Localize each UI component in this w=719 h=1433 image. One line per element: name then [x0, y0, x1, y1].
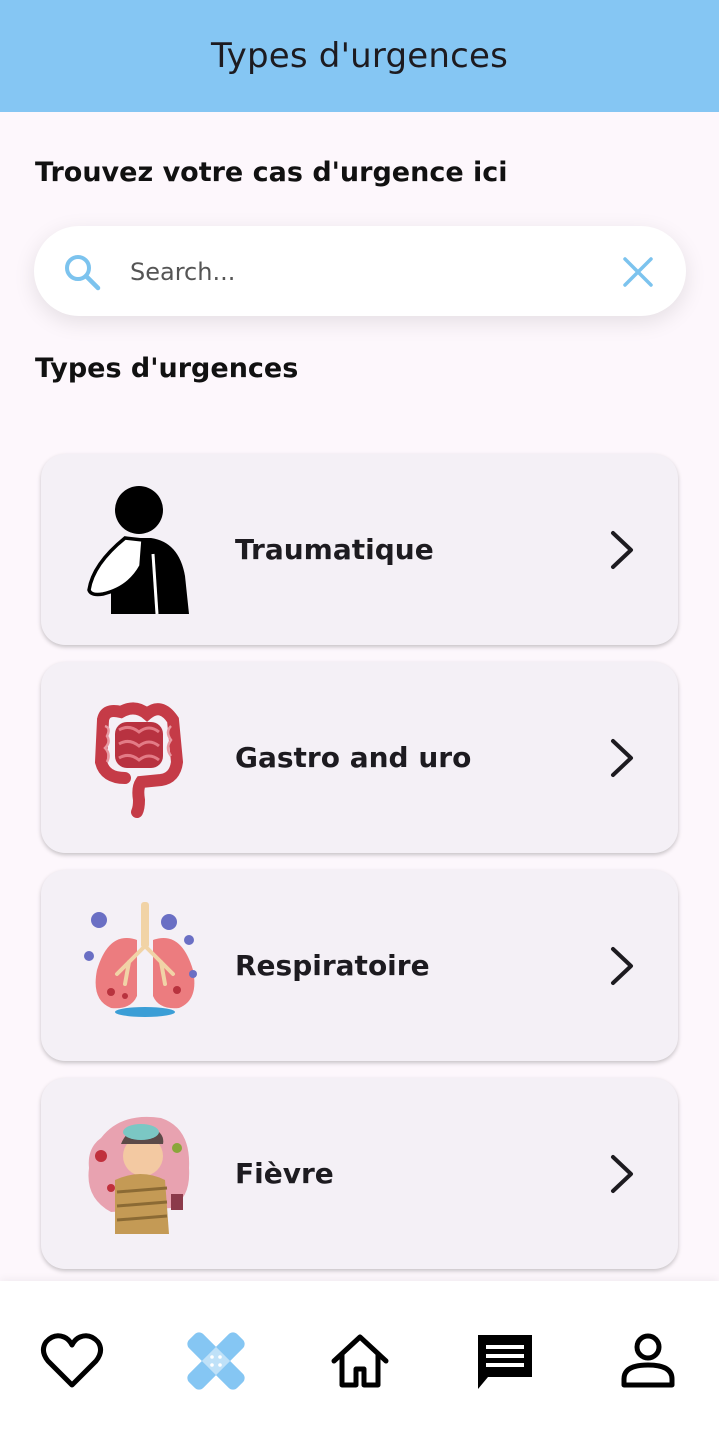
person-icon[interactable] — [616, 1329, 680, 1393]
heart-icon[interactable] — [40, 1329, 104, 1393]
infected-lungs-icon — [84, 902, 197, 1017]
chat-icon[interactable] — [472, 1329, 536, 1393]
search-input[interactable] — [130, 252, 590, 292]
injured-person-sling-icon — [87, 486, 189, 614]
close-icon[interactable] — [620, 254, 656, 290]
card-label: Respiratoire — [235, 949, 430, 982]
card-label: Traumatique — [235, 533, 434, 566]
emergency-card-fievre[interactable]: Fièvre — [41, 1078, 678, 1269]
intro-heading: Trouvez votre cas d'urgence ici — [35, 157, 508, 188]
app-bar: Types d'urgences — [0, 0, 719, 112]
intestines-icon — [94, 702, 184, 818]
page-title: Types d'urgences — [210, 36, 509, 76]
list-heading: Types d'urgences — [35, 353, 299, 384]
chevron-right-icon[interactable] — [603, 530, 641, 570]
chevron-right-icon[interactable] — [603, 1154, 641, 1194]
bottom-navigation — [0, 1281, 719, 1433]
chevron-right-icon[interactable] — [603, 738, 641, 778]
card-label: Gastro and uro — [235, 741, 472, 774]
emergency-card-gastro[interactable]: Gastro and uro — [41, 662, 678, 853]
emergency-card-respiratoire[interactable]: Respiratoire — [41, 870, 678, 1061]
emergency-card-traumatique[interactable]: Traumatique — [41, 454, 678, 645]
home-icon[interactable] — [328, 1329, 392, 1393]
chevron-right-icon[interactable] — [603, 946, 641, 986]
sick-person-fever-icon — [88, 1116, 190, 1234]
card-label: Fièvre — [235, 1157, 334, 1190]
bandage-icon[interactable] — [184, 1329, 248, 1393]
search-icon[interactable] — [62, 252, 102, 292]
